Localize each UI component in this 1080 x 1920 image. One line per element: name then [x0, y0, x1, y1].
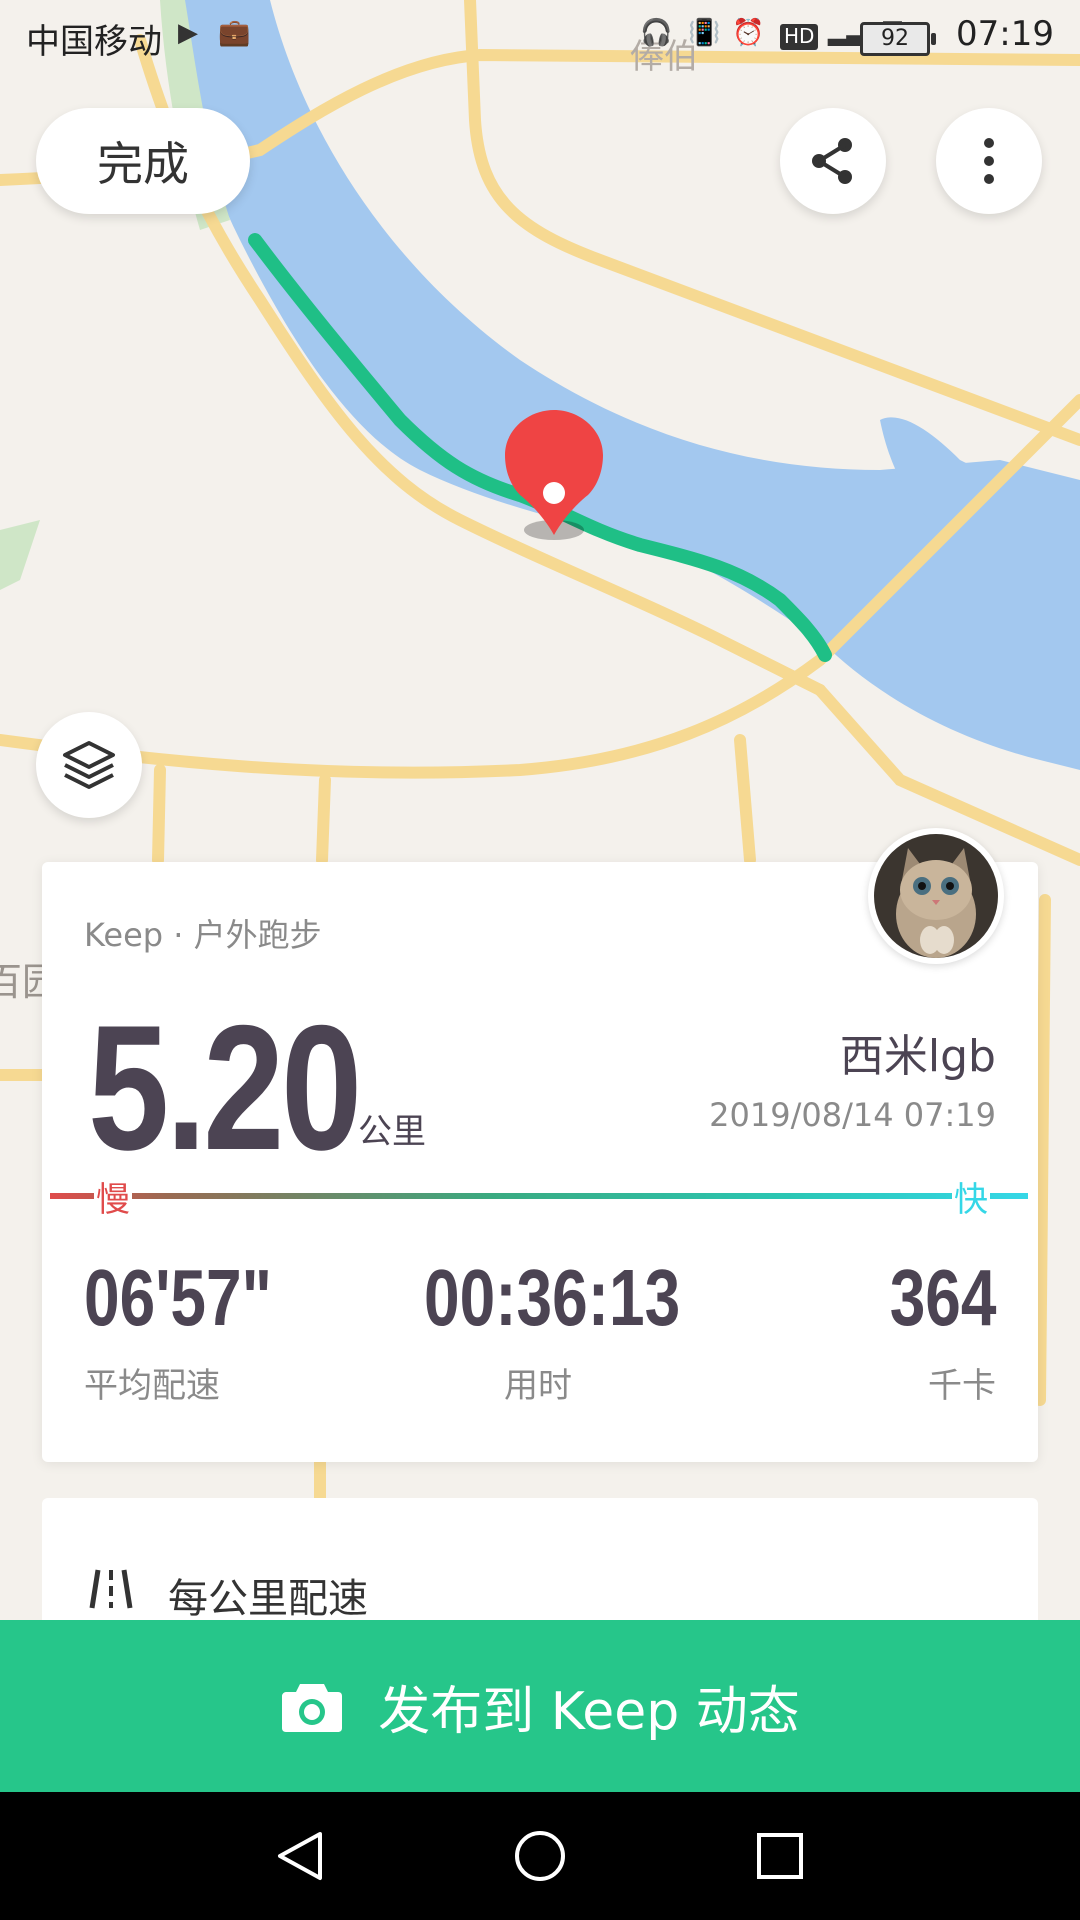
map-layers-button[interactable] [36, 712, 142, 818]
clock: 07:19 [956, 14, 1054, 54]
vibrate-icon: 📳 [688, 18, 721, 48]
more-vertical-icon [984, 138, 994, 184]
done-button[interactable]: 完成 [36, 108, 250, 214]
cat-avatar-image [874, 834, 998, 958]
home-icon[interactable] [512, 1828, 568, 1884]
hd-icon: HD [780, 24, 819, 50]
user-name[interactable]: 西米lgb [840, 1020, 996, 1084]
distance-unit: 公里 [358, 1112, 426, 1152]
publish-button-label: 发布到 Keep 动态 [378, 1681, 800, 1742]
system-nav-bar [0, 1792, 1080, 1920]
briefcase-icon: 💼 [218, 18, 251, 48]
layers-icon [63, 741, 115, 789]
carrier-label: 中国移动 [26, 22, 162, 62]
calories-value: 364 [889, 1253, 996, 1342]
share-button[interactable] [780, 108, 886, 214]
fast-label: 快 [952, 1172, 990, 1221]
status-bar: 中国移动 ▶ 💼 🎧 📳 ⏰ HD ▂▃▅▇ 92 07:19 [0, 0, 1080, 72]
share-icon [812, 138, 852, 184]
more-options-button[interactable] [936, 108, 1042, 214]
recents-icon[interactable] [752, 1828, 808, 1884]
battery-icon: 92 [860, 22, 936, 56]
duration-value: 00:36:13 [424, 1253, 681, 1342]
play-icon: ▶ [178, 18, 198, 48]
avatar[interactable] [868, 828, 1004, 964]
calories-label: 千卡 [928, 1366, 996, 1406]
alarm-icon: ⏰ [732, 18, 765, 48]
duration-label: 用时 [504, 1366, 572, 1406]
road-icon [89, 1569, 133, 1609]
avg-pace-value: 06'57" [84, 1253, 272, 1342]
distance-value: 5.20 [88, 988, 362, 1187]
pace-gradient-bar [50, 1193, 1028, 1199]
activity-datetime: 2019/08/14 07:19 [709, 1096, 996, 1134]
pace-section-title: 每公里配速 [168, 1576, 368, 1622]
avg-pace-label: 平均配速 [84, 1366, 220, 1406]
back-icon[interactable] [272, 1828, 328, 1884]
activity-source: Keep · 户外跑步 [84, 916, 322, 954]
headphones-icon: 🎧 [640, 18, 673, 48]
publish-button[interactable]: 发布到 Keep 动态 [0, 1620, 1080, 1792]
slow-label: 慢 [94, 1172, 132, 1221]
battery-level: 92 [881, 26, 909, 51]
camera-icon [282, 1684, 343, 1732]
